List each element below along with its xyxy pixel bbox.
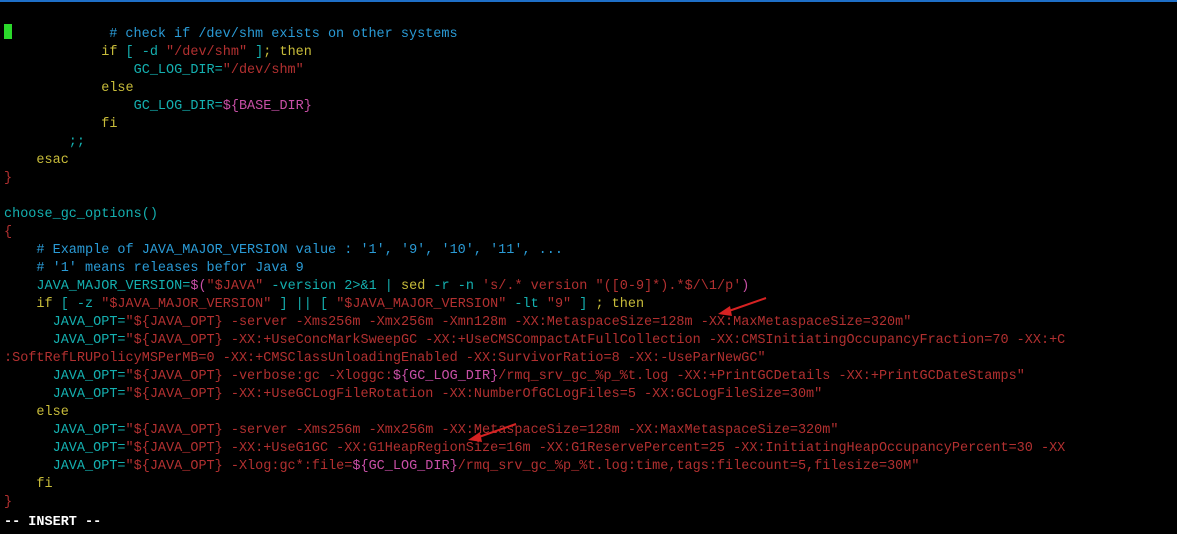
cursor: [4, 24, 12, 39]
code-line: # Example of JAVA_MAJOR_VERSION value : …: [4, 243, 563, 258]
code-line: JAVA_OPT="${JAVA_OPT} -XX:+UseConcMarkSw…: [4, 333, 1065, 348]
code-line: :SoftRefLRUPolicyMSPerMB=0 -XX:+CMSClass…: [4, 351, 766, 366]
code-line: fi: [4, 117, 117, 132]
code-line: else: [4, 81, 134, 96]
code-line: }: [4, 171, 12, 186]
code-line: else: [4, 405, 69, 420]
code-line: choose_gc_options(): [4, 207, 158, 222]
code-line: JAVA_OPT="${JAVA_OPT} -XX:+UseG1GC -XX:G…: [4, 441, 1065, 456]
vim-mode-status: -- INSERT --: [4, 514, 101, 532]
code-line: fi: [4, 477, 53, 492]
code-line: JAVA_OPT="${JAVA_OPT} -server -Xms256m -…: [4, 315, 911, 330]
code-editor[interactable]: # check if /dev/shm exists on other syst…: [0, 6, 1177, 512]
code-line: GC_LOG_DIR=${BASE_DIR}: [4, 99, 312, 114]
code-line: JAVA_OPT="${JAVA_OPT} -XX:+UseGCLogFileR…: [4, 387, 822, 402]
code-line: if [ -d "/dev/shm" ]; then: [4, 45, 312, 60]
code-line: JAVA_OPT="${JAVA_OPT} -server -Xms256m -…: [4, 423, 838, 438]
code-line: GC_LOG_DIR="/dev/shm": [4, 63, 304, 78]
code-line: # check if /dev/shm exists on other syst…: [4, 27, 458, 42]
code-line: JAVA_MAJOR_VERSION=$("$JAVA" -version 2>…: [4, 279, 749, 294]
code-line: if [ -z "$JAVA_MAJOR_VERSION" ] || [ "$J…: [4, 297, 644, 312]
code-line: esac: [4, 153, 69, 168]
code-line: JAVA_OPT="${JAVA_OPT} -verbose:gc -Xlogg…: [4, 369, 1025, 384]
code-line: # '1' means releases befor Java 9: [4, 261, 304, 276]
code-line: ;;: [4, 135, 85, 150]
code-line: JAVA_OPT="${JAVA_OPT} -Xlog:gc*:file=${G…: [4, 459, 920, 474]
code-line: }: [4, 495, 12, 510]
code-line: {: [4, 225, 12, 240]
